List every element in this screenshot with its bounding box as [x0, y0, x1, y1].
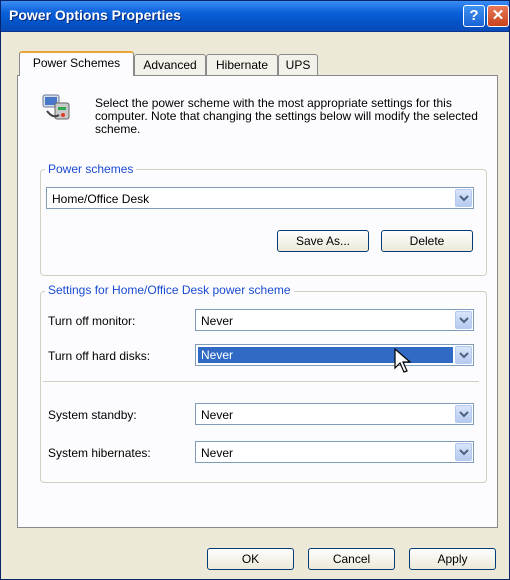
window-title: Power Options Properties [9, 7, 181, 23]
power-schemes-label: Power schemes [45, 162, 137, 176]
system-standby-label: System standby: [48, 408, 137, 422]
chevron-down-icon[interactable] [455, 346, 472, 364]
delete-button[interactable]: Delete [381, 230, 473, 252]
dialog-window: Power Options Properties ? ✕ Power Schem… [0, 0, 510, 580]
ok-button[interactable]: OK [207, 548, 294, 570]
turn-off-hard-disks-value: Never [198, 347, 453, 363]
tab-advanced[interactable]: Advanced [134, 54, 206, 75]
cancel-button[interactable]: Cancel [308, 548, 395, 570]
system-hibernates-value: Never [201, 446, 234, 460]
tab-power-schemes[interactable]: Power Schemes [19, 51, 134, 76]
title-bar[interactable]: Power Options Properties ? ✕ [1, 1, 509, 32]
power-schemes-group [40, 169, 487, 276]
settings-group-label: Settings for Home/Office Desk power sche… [45, 283, 294, 297]
tab-ups[interactable]: UPS [278, 54, 318, 75]
intro-text: Select the power scheme with the most ap… [95, 96, 478, 136]
chevron-down-icon[interactable] [455, 405, 472, 423]
turn-off-hard-disks-select[interactable]: Never [195, 344, 474, 366]
system-hibernates-select[interactable]: Never [195, 441, 474, 463]
turn-off-monitor-value: Never [201, 314, 234, 328]
turn-off-hard-disks-label: Turn off hard disks: [48, 349, 151, 363]
power-scheme-select[interactable]: Home/Office Desk [46, 187, 474, 209]
apply-button[interactable]: Apply [409, 548, 496, 570]
save-as-button[interactable]: Save As... [277, 230, 369, 252]
turn-off-monitor-label: Turn off monitor: [48, 314, 136, 328]
settings-divider [43, 381, 479, 382]
close-button[interactable]: ✕ [487, 5, 509, 27]
tab-hibernate[interactable]: Hibernate [206, 54, 278, 75]
chevron-down-icon[interactable] [455, 443, 472, 461]
system-standby-select[interactable]: Never [195, 403, 474, 425]
system-hibernates-label: System hibernates: [48, 446, 151, 460]
power-scheme-value: Home/Office Desk [52, 192, 150, 206]
help-button[interactable]: ? [463, 5, 485, 27]
chevron-down-icon[interactable] [455, 189, 472, 207]
system-standby-value: Never [201, 408, 234, 422]
power-options-icon [39, 89, 75, 125]
turn-off-monitor-select[interactable]: Never [195, 309, 474, 331]
chevron-down-icon[interactable] [455, 311, 472, 329]
mouse-cursor-icon [394, 347, 412, 377]
